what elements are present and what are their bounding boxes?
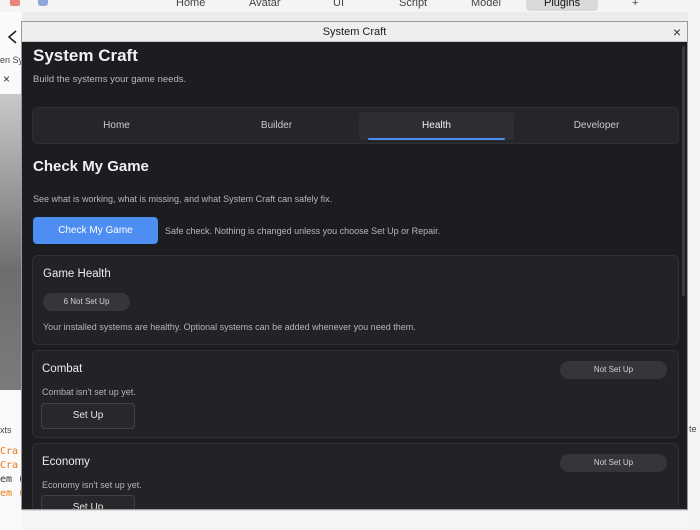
set-up-economy-button[interactable]: Set Up [41, 495, 135, 509]
screen-icon [38, 0, 48, 6]
game-health-message: Your installed systems are healthy. Opti… [43, 322, 416, 332]
output-line: em ( [0, 488, 22, 499]
close-icon[interactable]: × [3, 72, 10, 86]
left-panel-snippet: en Sy [0, 55, 22, 65]
game-viewport[interactable] [0, 94, 22, 390]
ribbon-tab-script[interactable]: Script [399, 0, 427, 11]
window-title: System Craft [322, 26, 387, 38]
system-card-combat: Combat Not Set Up Combat isn't set up ye… [32, 350, 679, 438]
status-badge: Not Set Up [560, 361, 667, 379]
record-icon [10, 0, 20, 6]
section-description: See what is working, what is missing, an… [33, 194, 333, 204]
tab-health[interactable]: Health [359, 112, 514, 140]
studio-status-bar [22, 510, 688, 530]
ribbon-tab-add[interactable]: + [632, 0, 638, 11]
output-line: em ( [0, 474, 22, 485]
system-name: Combat [42, 363, 83, 375]
ribbon-tab-plugins[interactable]: Plugins [526, 0, 599, 11]
app-title: System Craft [33, 46, 138, 65]
studio-ribbon: Home Avatar UI Script Model Plugins + [0, 0, 700, 12]
back-arrow-icon[interactable] [6, 30, 18, 44]
ribbon-tab-avatar[interactable]: Avatar [249, 0, 281, 11]
set-up-combat-button[interactable]: Set Up [41, 403, 135, 429]
game-health-title: Game Health [43, 268, 111, 280]
tab-builder[interactable]: Builder [199, 112, 354, 140]
window-close-icon[interactable]: × [673, 24, 681, 40]
game-health-card: Game Health 6 Not Set Up Your installed … [32, 255, 679, 345]
ribbon-tab-ui[interactable]: UI [333, 0, 344, 11]
safe-check-note: Safe check. Nothing is changed unless yo… [165, 226, 441, 236]
output-line: Cra [0, 460, 19, 471]
system-message: Economy isn't set up yet. [42, 480, 142, 490]
check-my-game-button[interactable]: Check My Game [33, 217, 158, 244]
system-card-economy: Economy Not Set Up Economy isn't set up … [32, 443, 679, 509]
not-set-up-count-badge: 6 Not Set Up [43, 293, 130, 311]
output-tab-snippet[interactable]: xts [0, 425, 12, 435]
app-subtitle: Build the systems your game needs. [33, 74, 187, 85]
window-titlebar[interactable]: System Craft × [22, 22, 687, 42]
scrollbar[interactable] [682, 46, 685, 296]
right-panel-snippet: te [689, 424, 697, 434]
section-title: Check My Game [33, 158, 149, 175]
tab-home[interactable]: Home [39, 112, 194, 140]
plugin-content: System Craft Build the systems your game… [22, 42, 687, 509]
tab-developer[interactable]: Developer [519, 112, 674, 140]
output-line: Cra [0, 446, 19, 457]
system-message: Combat isn't set up yet. [42, 387, 136, 397]
system-name: Economy [42, 456, 90, 468]
studio-right-panel: te [688, 12, 700, 530]
studio-left-panel: en Sy × xts Cra Cra em ( em ( [0, 12, 22, 530]
ribbon-tab-home[interactable]: Home [176, 0, 205, 11]
ribbon-tab-model[interactable]: Model [471, 0, 501, 11]
plugin-window: System Craft × System Craft Build the sy… [21, 21, 688, 510]
main-tab-bar: Home Builder Health Developer [32, 107, 679, 144]
status-badge: Not Set Up [560, 454, 667, 472]
